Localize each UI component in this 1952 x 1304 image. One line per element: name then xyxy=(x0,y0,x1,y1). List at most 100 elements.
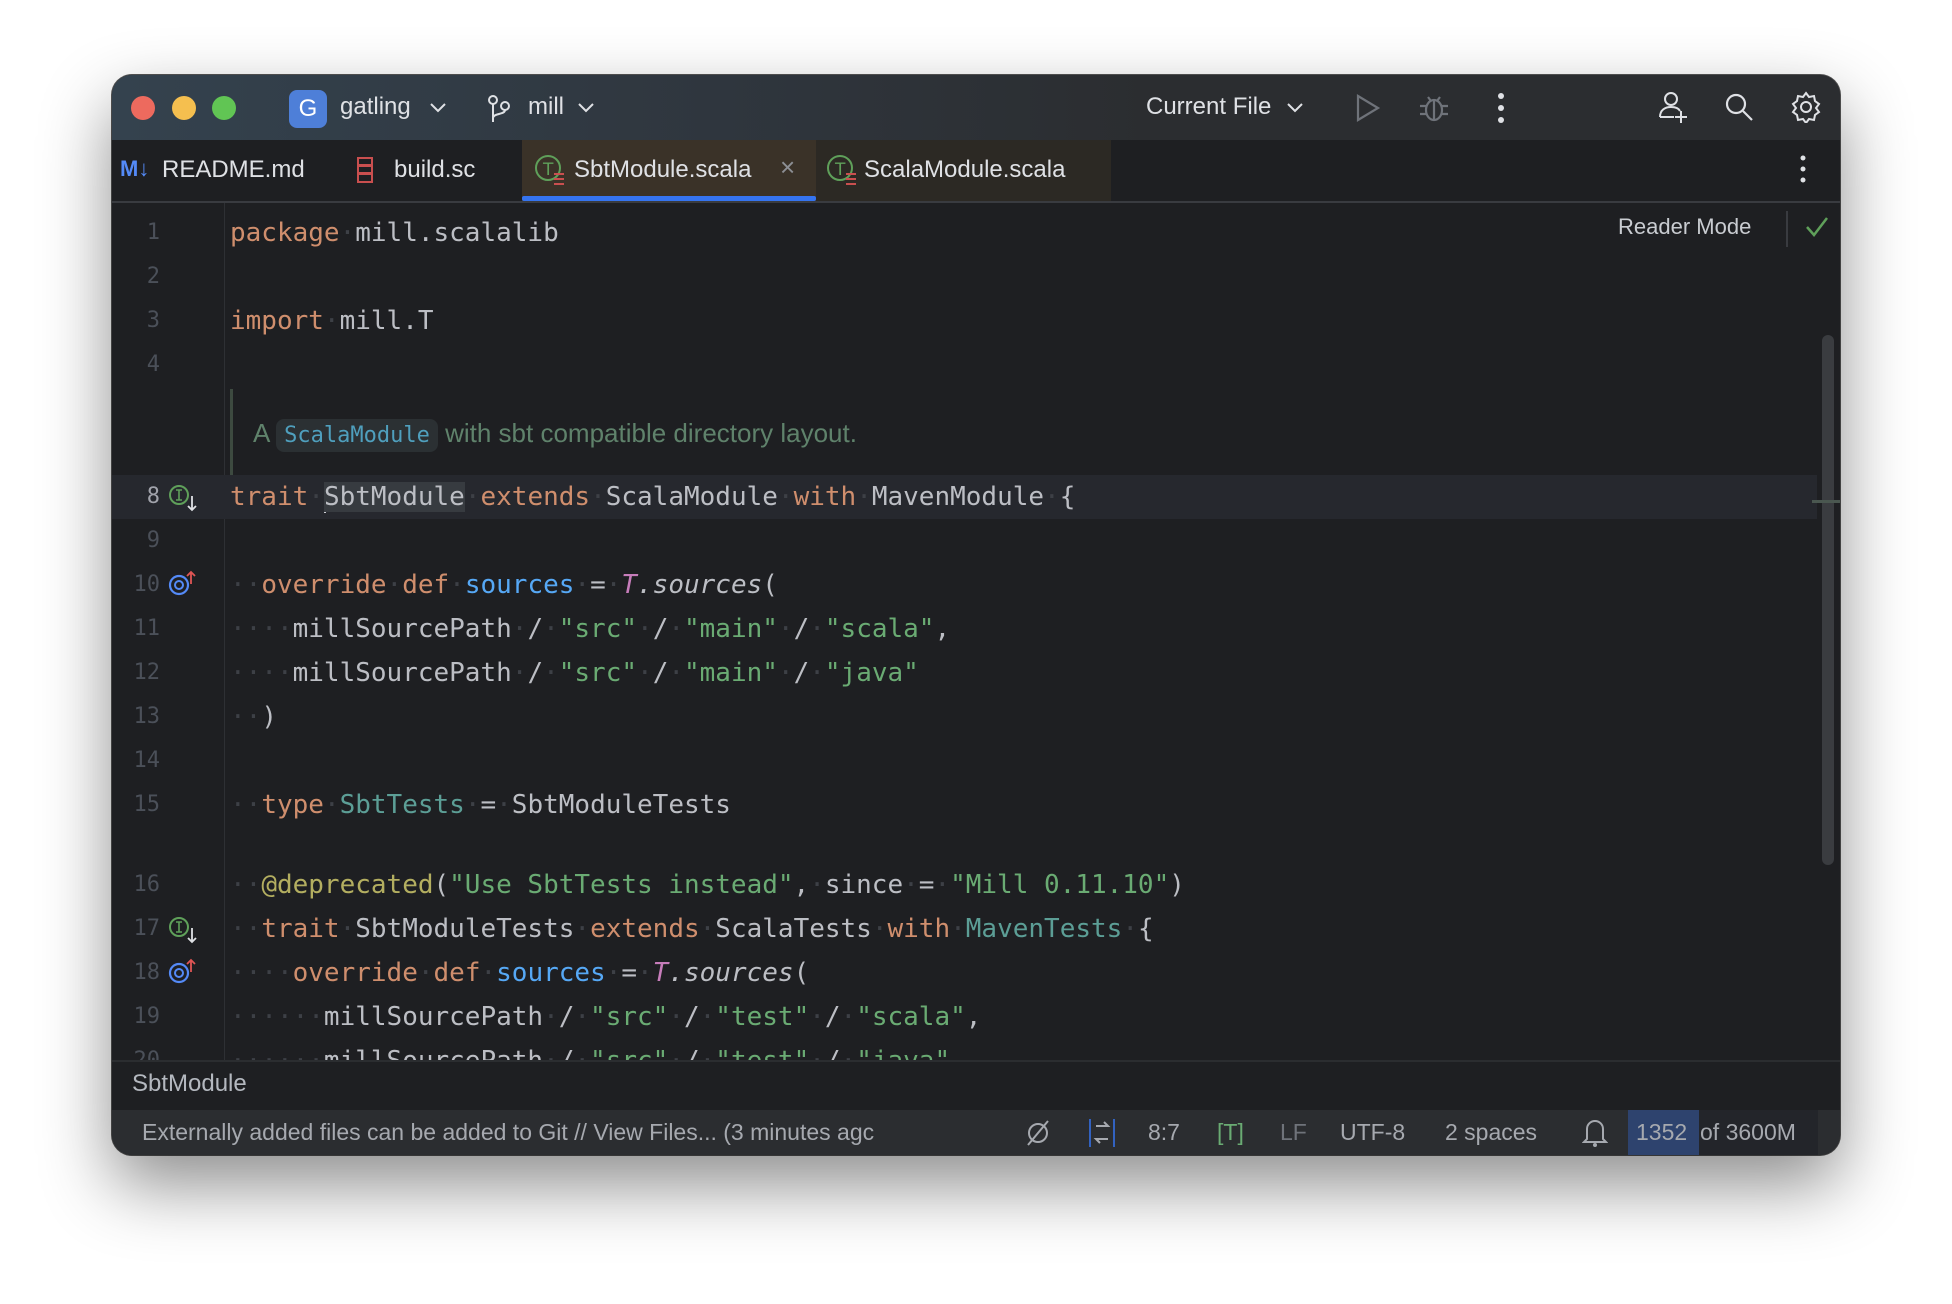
line-separator[interactable]: LF xyxy=(1280,1118,1307,1146)
project-selector[interactable]: gatling xyxy=(340,91,411,123)
code-line[interactable]: ··override·def·sources·=·T.sources( xyxy=(230,563,778,607)
whitespace-marker: ·· xyxy=(230,870,262,900)
code-editor[interactable]: 1 package·mill.scalalib 2 3 import·mill.T 4 A … xyxy=(112,203,1840,1060)
reader-mode-toggle[interactable]: Reader Mode xyxy=(1618,214,1751,240)
whitespace-marker: · xyxy=(496,790,512,820)
line-number: 4 xyxy=(146,352,160,377)
code-line[interactable]: ······millSourcePath·/·"src"·/·"test"·/·… xyxy=(230,995,981,1039)
status-message[interactable]: Externally added files can be added to G… xyxy=(142,1118,874,1146)
code-token: with xyxy=(793,482,857,512)
no-problems-check-icon[interactable] xyxy=(1804,215,1830,239)
whitespace-marker: · xyxy=(950,914,966,944)
minimize-window-button[interactable] xyxy=(172,96,196,120)
code-token: / xyxy=(793,658,810,688)
whitespace-marker: · xyxy=(574,1046,590,1060)
tab-sbtmodule-scala[interactable]: T SbtModule.scala × xyxy=(522,140,816,201)
line-number: 3 xyxy=(146,308,160,333)
chevron-down-icon[interactable] xyxy=(430,103,446,113)
code-token: "src" xyxy=(590,1046,668,1060)
code-line[interactable]: ····millSourcePath·/·"src"·/·"main"·/·"j… xyxy=(230,651,919,695)
code-token: "test" xyxy=(715,1046,809,1060)
caret-position[interactable]: 8:7 xyxy=(1148,1118,1180,1146)
code-line[interactable]: ····override·def·sources·=·T.sources( xyxy=(230,951,809,995)
whitespace-marker: · xyxy=(934,870,951,900)
code-token: .sources xyxy=(637,570,763,600)
overrides-icon[interactable] xyxy=(168,570,198,600)
more-icon[interactable] xyxy=(1497,92,1505,124)
chevron-down-icon[interactable] xyxy=(578,103,594,113)
whitespace-marker: · xyxy=(700,1046,716,1060)
close-window-button[interactable] xyxy=(131,96,155,120)
debug-icon[interactable] xyxy=(1418,92,1450,124)
tabs-more-icon[interactable] xyxy=(1799,154,1807,184)
code-token: .sources xyxy=(668,958,794,988)
code-token: / xyxy=(527,658,544,688)
code-token: trait xyxy=(230,482,309,512)
code-line[interactable]: ··) xyxy=(230,695,277,739)
code-line[interactable]: ··trait·SbtModuleTests·extends·ScalaTest… xyxy=(230,907,1154,951)
code-token: "java" xyxy=(824,658,919,688)
code-line[interactable]: ··@deprecated("Use SbtTests instead",·si… xyxy=(230,863,1185,907)
code-token: = xyxy=(918,870,935,900)
line-number: 20 xyxy=(112,1039,161,1060)
maximize-window-button[interactable] xyxy=(212,96,236,120)
code-line[interactable]: import·mill.T xyxy=(230,299,434,343)
overrides-icon[interactable] xyxy=(168,958,198,988)
code-line[interactable]: ······millSourcePath·/·"src"·/·"test"·/·… xyxy=(230,1039,950,1060)
breadcrumb[interactable]: SbtModule xyxy=(132,1070,247,1098)
code-token: T xyxy=(621,570,638,600)
line-number: 1 xyxy=(146,220,160,245)
notifications-bell-icon[interactable] xyxy=(1582,1116,1608,1148)
whitespace-marker: · xyxy=(339,914,356,944)
code-token: "test" xyxy=(715,1002,810,1032)
code-token: ) xyxy=(1169,870,1185,900)
line-number: 17 xyxy=(133,916,161,941)
code-token: sources xyxy=(496,958,606,988)
implemented-icon[interactable] xyxy=(168,914,198,944)
code-token: def xyxy=(433,958,481,988)
project-avatar[interactable]: G xyxy=(289,90,327,128)
whitespace-marker: · xyxy=(668,658,684,688)
code-token: type xyxy=(261,790,324,820)
whitespace-marker: ·· xyxy=(230,914,262,944)
add-user-icon[interactable] xyxy=(1657,91,1689,125)
close-tab-icon[interactable]: × xyxy=(780,152,795,183)
line-number: 2 xyxy=(146,264,160,289)
ai-disabled-icon[interactable] xyxy=(1024,1119,1052,1147)
vertical-scrollbar[interactable] xyxy=(1822,335,1834,865)
code-line[interactable]: ····millSourcePath·/·"src"·/·"main"·/·"s… xyxy=(230,607,950,651)
doc-code-link[interactable]: ScalaModule xyxy=(276,419,438,452)
code-token: millSourcePath xyxy=(292,614,512,644)
file-type-badge[interactable]: [T] xyxy=(1217,1118,1244,1146)
implemented-icon[interactable] xyxy=(168,482,198,512)
active-tab-indicator xyxy=(522,196,816,201)
vcs-changes-icon[interactable] xyxy=(1088,1117,1116,1149)
whitespace-marker: · xyxy=(574,570,591,600)
run-icon[interactable] xyxy=(1354,93,1382,123)
line-number: 8 xyxy=(146,484,160,509)
tab-readme[interactable]: M↓ README.md xyxy=(112,140,305,201)
run-config-selector[interactable]: Current File xyxy=(1146,91,1271,123)
whitespace-marker: · xyxy=(637,958,653,988)
search-icon[interactable] xyxy=(1724,92,1754,122)
whitespace-marker: · xyxy=(699,914,716,944)
code-token: @deprecated xyxy=(261,870,434,900)
memory-indicator[interactable]: 1352 of 3600M xyxy=(1628,1110,1818,1155)
code-line[interactable]: ··type·SbtTests·=·SbtModuleTests xyxy=(230,783,731,827)
code-line[interactable]: trait·SbtModule·extends·ScalaModule·with… xyxy=(230,475,1075,519)
file-encoding[interactable]: UTF-8 xyxy=(1340,1118,1405,1146)
indent-setting[interactable]: 2 spaces xyxy=(1445,1118,1537,1146)
tab-scalamodule-scala[interactable]: T ScalaModule.scala xyxy=(816,140,1111,201)
code-token: ScalaTests xyxy=(715,914,872,944)
code-line[interactable]: package·mill.scalalib xyxy=(230,211,559,255)
whitespace-marker: · xyxy=(777,614,794,644)
code-token: override xyxy=(292,958,418,988)
branch-selector[interactable]: mill xyxy=(528,91,564,123)
chevron-down-icon[interactable] xyxy=(1287,103,1303,113)
ide-window: G gatling mill Current File M↓ README.md… xyxy=(112,75,1840,1155)
code-token: "src" xyxy=(590,1002,669,1032)
tab-build-sc[interactable]: build.sc xyxy=(342,140,502,201)
code-token: mill.scalalib xyxy=(355,218,559,248)
whitespace-marker: · xyxy=(668,1002,684,1032)
settings-icon[interactable] xyxy=(1790,91,1822,123)
